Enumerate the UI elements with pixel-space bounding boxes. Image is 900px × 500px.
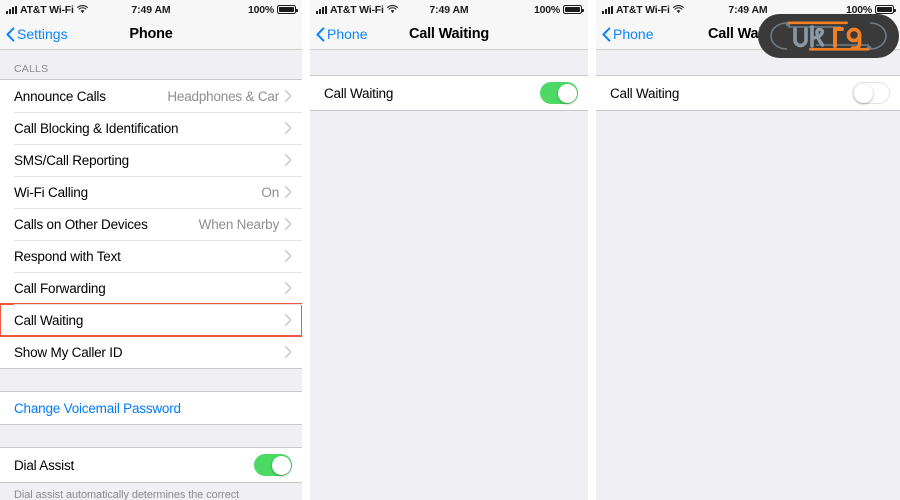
- row-label: Call Forwarding: [14, 280, 106, 296]
- chevron-right-icon: [285, 282, 292, 294]
- row-call-forwarding[interactable]: Call Forwarding: [0, 272, 302, 304]
- row-respond-with-text[interactable]: Respond with Text: [0, 240, 302, 272]
- row-call-waiting-highlighted[interactable]: Call Waiting: [0, 303, 302, 337]
- toggle-knob: [557, 83, 577, 103]
- call-waiting-cell-group: Call Waiting: [596, 75, 900, 111]
- voicemail-cell-group: Change Voicemail Password: [0, 391, 302, 425]
- row-dial-assist: Dial Assist: [0, 448, 302, 482]
- call-waiting-toggle[interactable]: [852, 82, 890, 104]
- chevron-right-icon: [285, 154, 292, 166]
- group-header-calls: CALLS: [0, 50, 302, 79]
- chevron-right-icon: [285, 90, 292, 102]
- chevron-right-icon: [285, 122, 292, 134]
- row-wifi-calling[interactable]: Wi-Fi Calling On: [0, 176, 302, 208]
- row-label: Wi-Fi Calling: [14, 184, 88, 200]
- toggle-knob: [853, 83, 873, 103]
- row-show-my-caller-id[interactable]: Show My Caller ID: [0, 336, 302, 368]
- battery-full-icon: [563, 4, 584, 15]
- battery-percent-label: 100%: [845, 3, 872, 16]
- chevron-right-icon: [285, 186, 292, 198]
- back-button-label: Settings: [17, 26, 68, 42]
- battery-percent-label: 100%: [533, 3, 560, 16]
- row-value: On: [261, 184, 279, 200]
- call-waiting-list: Call Waiting: [310, 50, 588, 500]
- phone-screen-call-waiting-off: AT&T Wi-Fi 7:49 AM 100% Phone Call Waiti…: [596, 0, 900, 500]
- chevron-right-icon: [285, 346, 292, 358]
- phone-screen-call-waiting-on: AT&T Wi-Fi 7:49 AM 100% Phone Call Waiti…: [310, 0, 588, 500]
- status-bar: AT&T Wi-Fi 7:49 AM 100%: [310, 0, 588, 19]
- battery-percent-label: 100%: [247, 3, 274, 16]
- phone-screen-settings: AT&T Wi-Fi 7:49 AM 100% Settings Phone C…: [0, 0, 302, 500]
- status-bar: AT&T Wi-Fi 7:49 AM 100%: [596, 0, 900, 19]
- chevron-right-icon: [285, 218, 292, 230]
- row-label: Show My Caller ID: [14, 344, 123, 360]
- nav-bar: Settings Phone: [0, 19, 302, 50]
- row-call-waiting: Call Waiting: [596, 76, 900, 110]
- settings-list: CALLS Announce Calls Headphones & Car Ca…: [0, 50, 302, 500]
- nav-bar: Phone Call Waiting: [310, 19, 588, 50]
- battery-full-icon: [277, 4, 298, 15]
- row-announce-calls[interactable]: Announce Calls Headphones & Car: [0, 80, 302, 112]
- row-call-waiting: Call Waiting: [310, 76, 588, 110]
- row-label: Dial Assist: [14, 457, 75, 473]
- dial-assist-cell-group: Dial Assist: [0, 447, 302, 483]
- chevron-right-icon: [285, 314, 292, 326]
- row-label: Announce Calls: [14, 88, 106, 104]
- row-calls-on-other-devices[interactable]: Calls on Other Devices When Nearby: [0, 208, 302, 240]
- screen-divider-2: [588, 0, 596, 500]
- dial-assist-footnote: Dial assist automatically determines the…: [0, 483, 302, 500]
- call-waiting-toggle[interactable]: [540, 82, 578, 104]
- row-label: SMS/Call Reporting: [14, 152, 129, 168]
- calls-cell-group: Announce Calls Headphones & Car Call Blo…: [0, 79, 302, 369]
- status-bar: AT&T Wi-Fi 7:49 AM 100%: [0, 0, 302, 19]
- back-button-phone[interactable]: Phone: [310, 26, 367, 42]
- screen-divider-1: [302, 0, 310, 500]
- row-change-voicemail-password[interactable]: Change Voicemail Password: [0, 392, 302, 424]
- dial-assist-toggle[interactable]: [254, 454, 292, 476]
- row-label: Respond with Text: [14, 248, 121, 264]
- group-spacer-2: [0, 425, 302, 447]
- toggle-knob: [271, 455, 291, 475]
- row-label: Change Voicemail Password: [14, 400, 181, 416]
- call-waiting-list: Call Waiting: [596, 50, 900, 500]
- row-call-blocking-identification[interactable]: Call Blocking & Identification: [0, 112, 302, 144]
- back-button-label: Phone: [327, 26, 368, 42]
- chevron-right-icon: [285, 250, 292, 262]
- status-bar-right: 100%: [845, 3, 896, 16]
- back-button-settings[interactable]: Settings: [0, 26, 68, 42]
- chevron-left-icon: [316, 26, 325, 42]
- three-phone-screenshots: AT&T Wi-Fi 7:49 AM 100% Settings Phone C…: [0, 0, 900, 500]
- back-button-phone[interactable]: Phone: [596, 26, 653, 42]
- chevron-left-icon: [6, 26, 15, 42]
- chevron-left-icon: [602, 26, 611, 42]
- row-value: Headphones & Car: [167, 88, 279, 104]
- row-sms-call-reporting[interactable]: SMS/Call Reporting: [0, 144, 302, 176]
- group-spacer-1: [0, 369, 302, 391]
- top-spacer: [596, 50, 900, 75]
- row-label: Call Waiting: [324, 85, 394, 101]
- row-label: Call Blocking & Identification: [14, 120, 179, 136]
- row-value: When Nearby: [198, 216, 280, 232]
- nav-bar: Phone Call Waiting: [596, 19, 900, 50]
- back-button-label: Phone: [613, 26, 654, 42]
- row-label: Call Waiting: [610, 85, 680, 101]
- top-spacer: [310, 50, 588, 75]
- row-label: Calls on Other Devices: [14, 216, 148, 232]
- status-bar-right: 100%: [533, 3, 584, 16]
- call-waiting-cell-group: Call Waiting: [310, 75, 588, 111]
- row-label: Call Waiting: [14, 312, 84, 328]
- status-bar-right: 100%: [247, 3, 298, 16]
- battery-full-icon: [875, 4, 896, 15]
